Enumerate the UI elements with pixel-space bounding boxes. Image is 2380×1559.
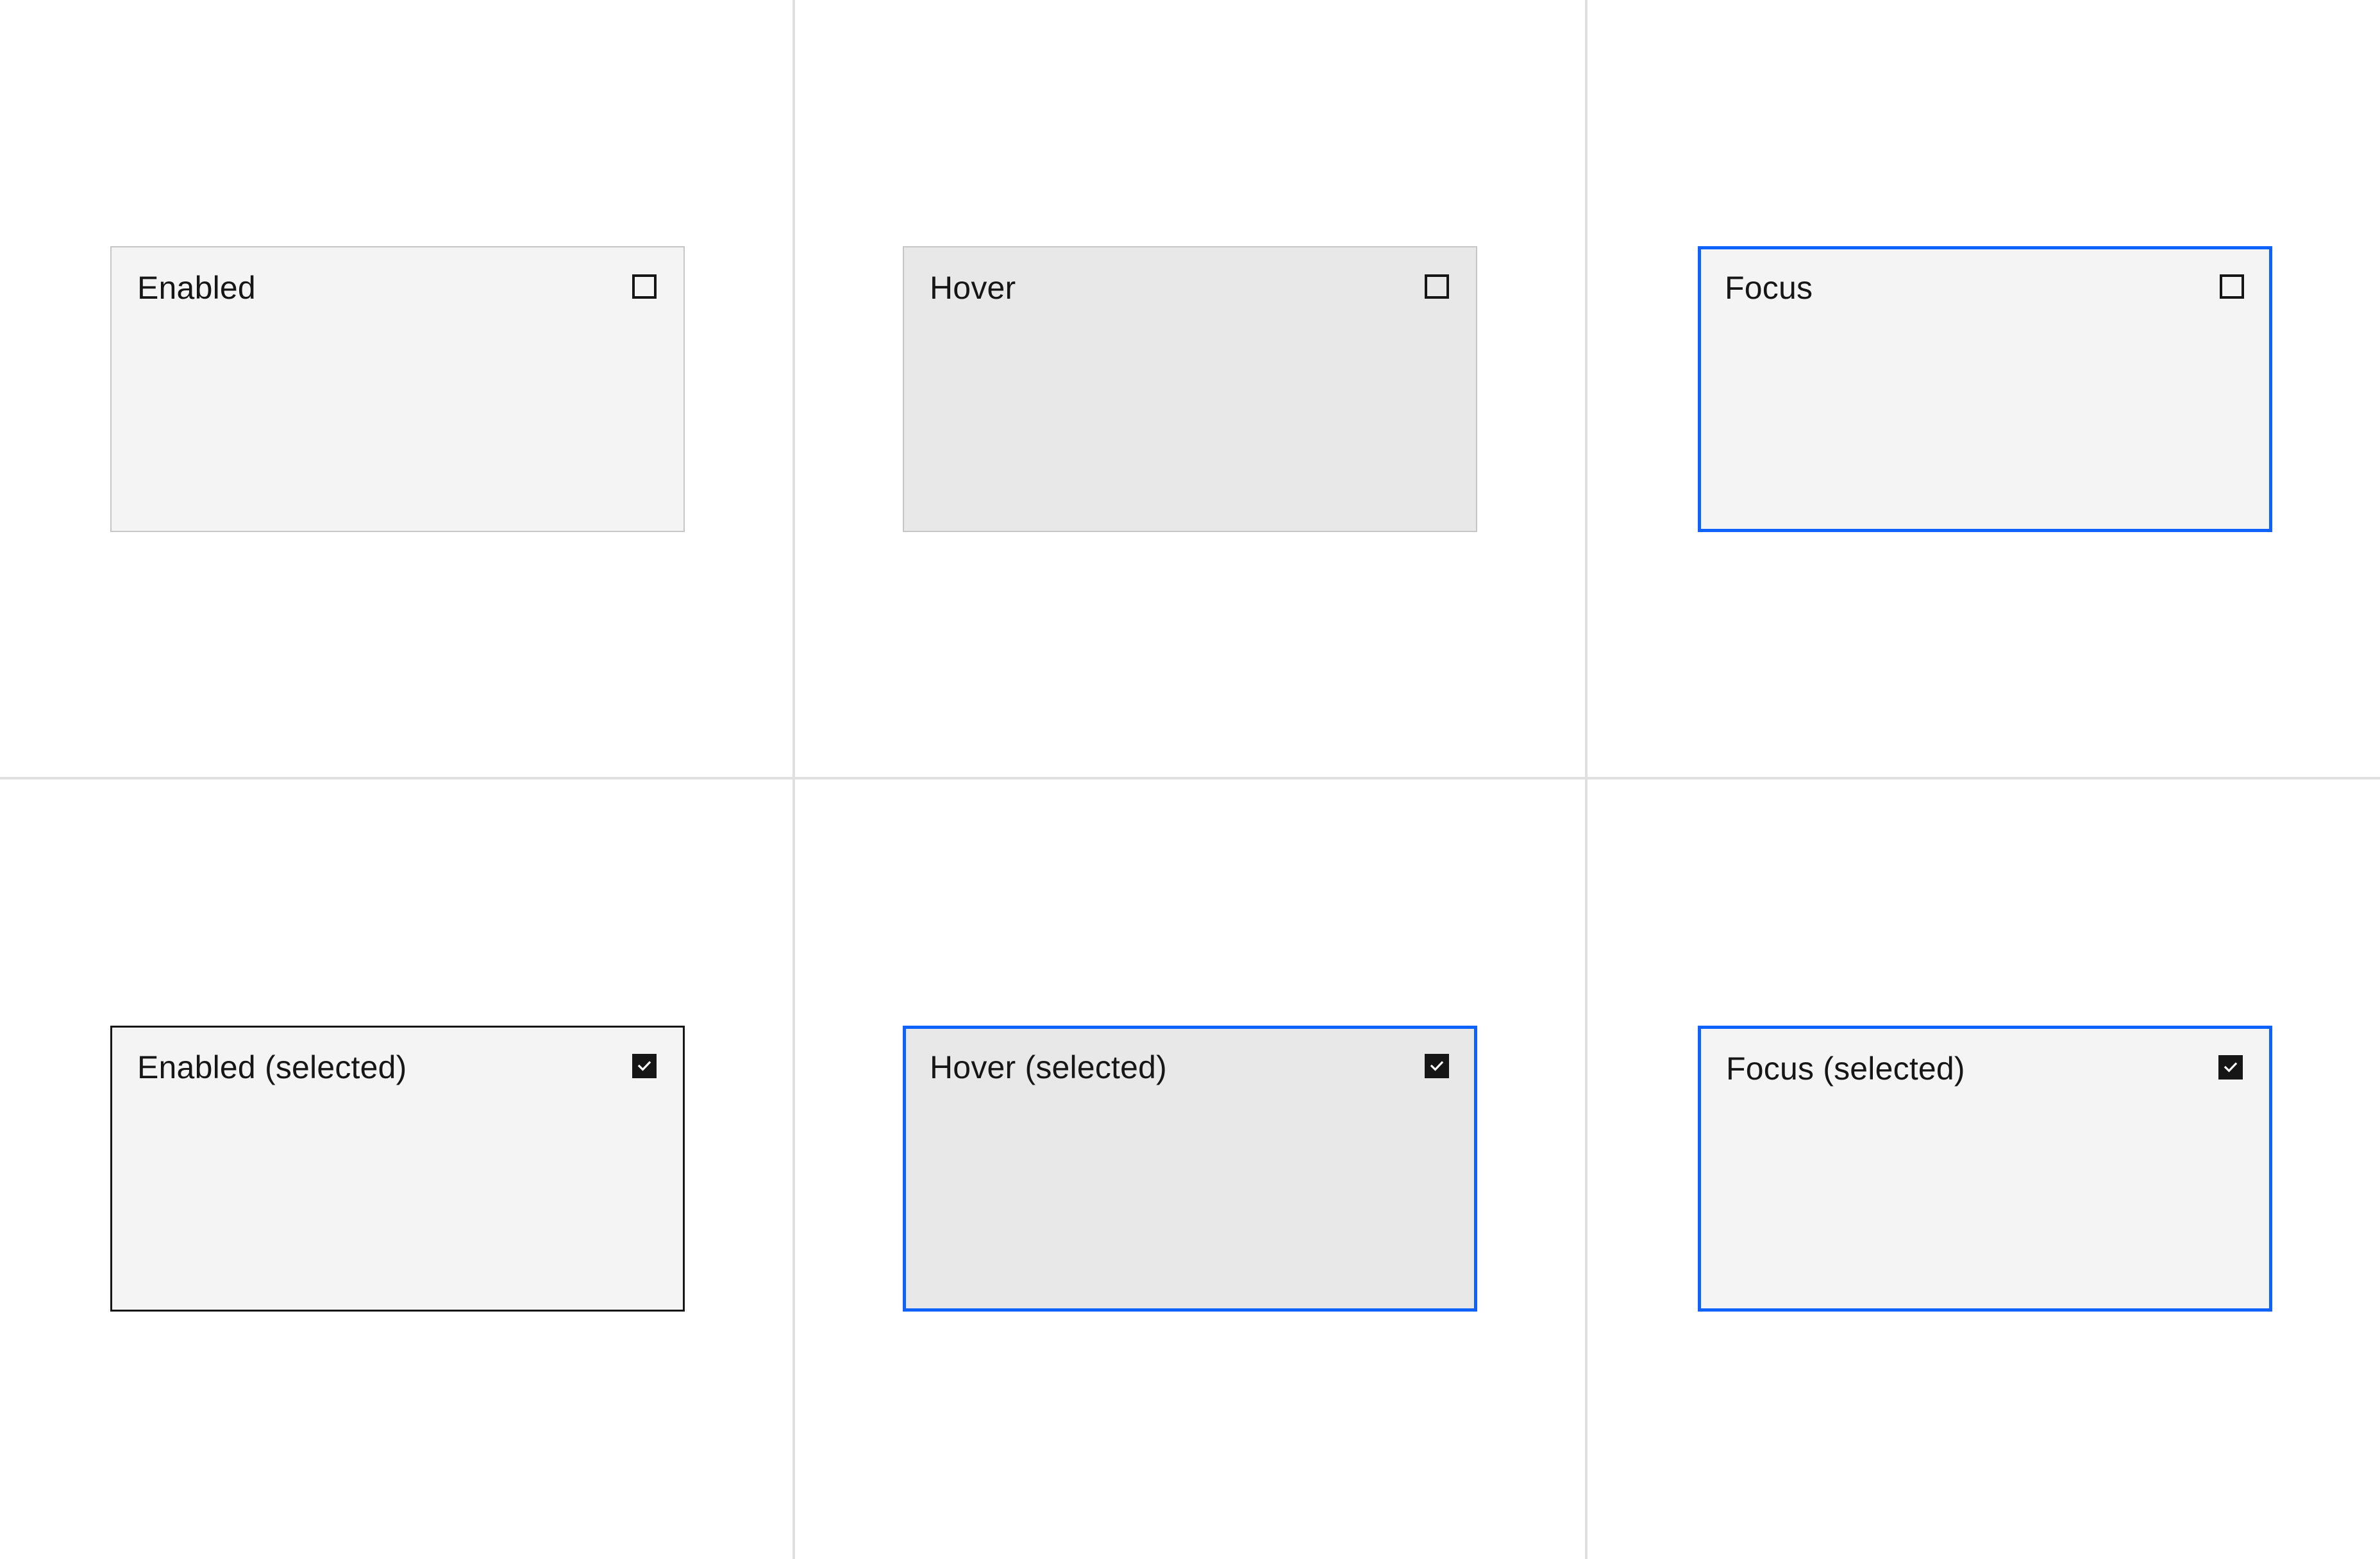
tile-label: Hover (selected) (930, 1049, 1167, 1085)
checkmark-icon (1430, 1061, 1444, 1071)
checkbox-checked-icon[interactable] (2218, 1055, 2243, 1080)
tile-focus-selected[interactable]: Focus (selected) (1698, 1026, 2272, 1312)
tile-hover[interactable]: Hover (903, 246, 1477, 532)
tile-label: Enabled (selected) (137, 1049, 407, 1085)
checkbox-unchecked-icon[interactable] (2220, 274, 2244, 299)
state-grid: Enabled Hover Focus Enabled (selected) H… (0, 0, 2380, 1559)
tile-label: Enabled (137, 270, 256, 306)
tile-label: Focus (1725, 270, 1813, 306)
checkbox-checked-icon[interactable] (1425, 1054, 1449, 1078)
tile-focus[interactable]: Focus (1698, 246, 2272, 532)
grid-divider-horizontal (0, 777, 2380, 780)
checkbox-unchecked-icon[interactable] (1425, 274, 1449, 299)
tile-enabled[interactable]: Enabled (110, 246, 685, 532)
checkbox-unchecked-icon[interactable] (632, 274, 657, 299)
tile-hover-selected[interactable]: Hover (selected) (903, 1026, 1477, 1312)
grid-divider-vertical-1 (792, 0, 795, 1559)
checkbox-checked-icon[interactable] (632, 1054, 657, 1078)
tile-label: Focus (selected) (1726, 1051, 1965, 1087)
checkmark-icon (637, 1061, 651, 1071)
tile-enabled-selected[interactable]: Enabled (selected) (110, 1026, 685, 1312)
checkmark-icon (2224, 1062, 2238, 1072)
tile-label: Hover (930, 270, 1016, 306)
grid-divider-vertical-2 (1585, 0, 1588, 1559)
